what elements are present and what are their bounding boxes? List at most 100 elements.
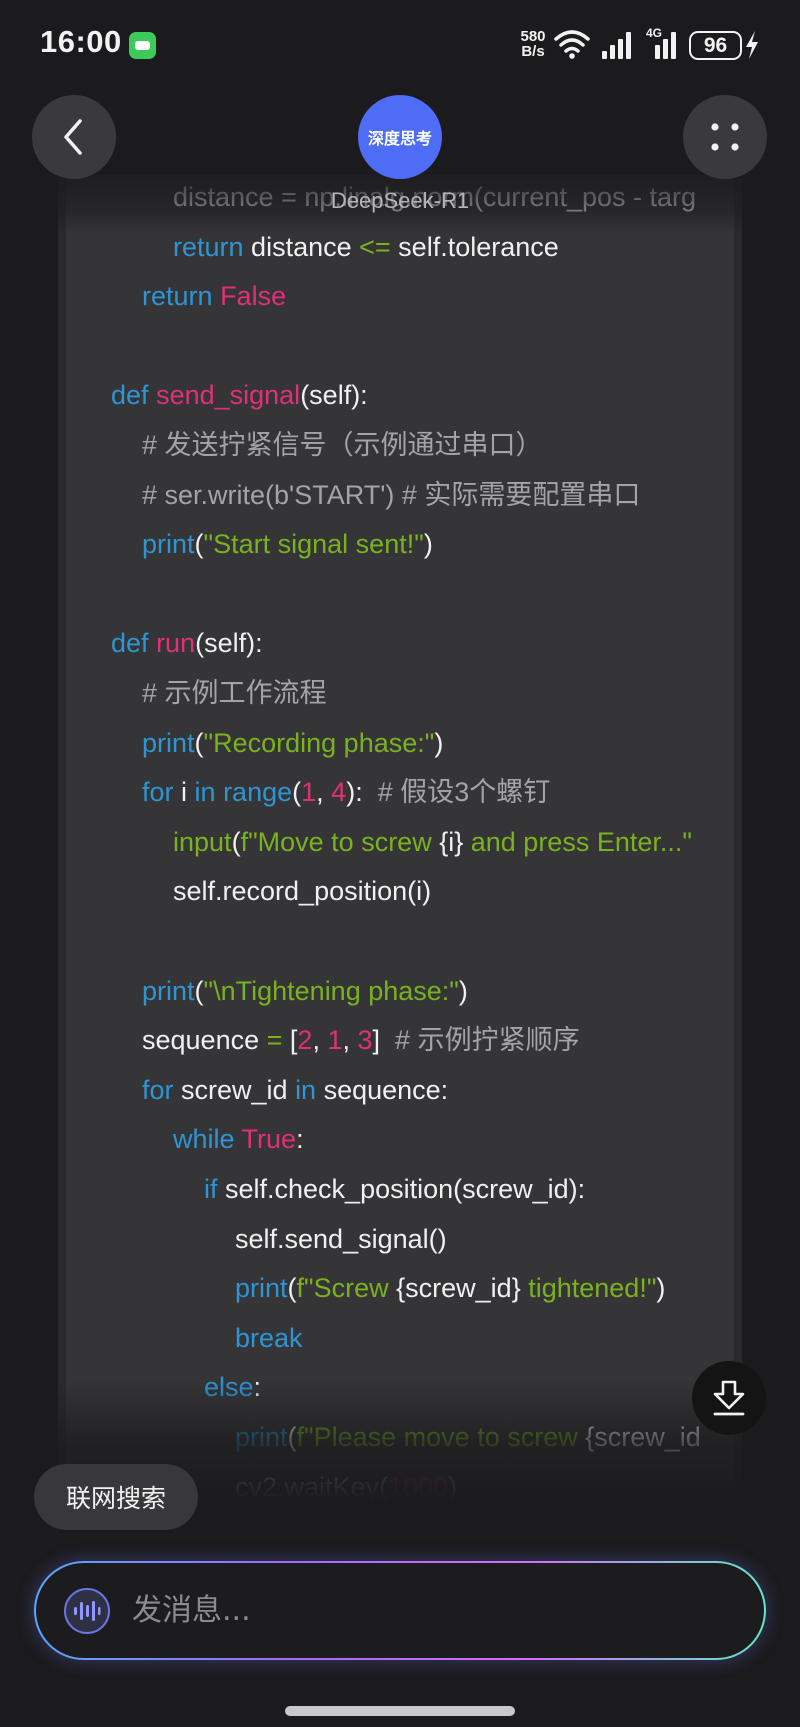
code-token: ,: [316, 777, 332, 808]
code-line: # 示例工作流程: [142, 673, 327, 713]
code-token: True: [241, 1124, 297, 1155]
code-token: ]: [372, 1025, 396, 1056]
status-bar: 16:00 580 B/s 4G 96: [0, 0, 800, 90]
code-token: for: [142, 1074, 174, 1105]
code-token: range: [223, 777, 293, 808]
code-line: break: [235, 1318, 303, 1358]
code-token: while: [173, 1124, 235, 1155]
code-line: def send_signal(self):: [111, 375, 368, 415]
code-token: (self):: [195, 628, 263, 659]
web-search-toggle[interactable]: 联网搜索: [34, 1464, 198, 1530]
signal-strength-4g-icon: [655, 32, 676, 59]
code-token: {screw_id: [585, 1422, 701, 1452]
arrow-down-to-line-icon: [713, 1380, 745, 1416]
code-token: 1: [327, 1025, 343, 1056]
more-options-button[interactable]: [683, 95, 767, 179]
code-token: print: [142, 727, 195, 758]
message-composer: 发消息...: [34, 1561, 766, 1660]
code-token: input: [173, 826, 232, 857]
code-token: (self):: [300, 380, 368, 411]
code-token: screw_id: [173, 1074, 296, 1105]
code-token: self.record_position(i): [173, 876, 432, 907]
code-line: print(f"Please move to screw {screw_id: [235, 1417, 701, 1457]
code-token: # 假设3个螺钉: [377, 777, 551, 808]
code-token: False: [220, 281, 287, 312]
code-token: :: [296, 1124, 304, 1155]
code-token: "Recording phase:": [203, 727, 435, 758]
voice-input-button[interactable]: [64, 1588, 110, 1634]
code-token: [: [282, 1025, 298, 1056]
code-token: print: [235, 1422, 288, 1452]
code-token: 4: [331, 777, 347, 808]
code-token: and press Enter...": [463, 826, 692, 857]
network-speed: 580 B/s: [515, 29, 551, 59]
code-token: 2: [297, 1025, 313, 1056]
code-line: return False: [142, 276, 286, 316]
code-token: ,: [312, 1025, 328, 1056]
code-token: ): [656, 1273, 666, 1304]
network-speed-value: 580: [520, 28, 546, 45]
code-line: while True:: [173, 1119, 304, 1159]
message-input[interactable]: 发消息...: [132, 1563, 692, 1658]
code-line: # 发送拧紧信号（示例通过串口）: [142, 425, 543, 465]
code-line: for screw_id in sequence:: [142, 1070, 448, 1110]
code-line: print("\nTightening phase:"): [142, 971, 468, 1011]
code-token: else: [204, 1372, 254, 1403]
code-token: =: [266, 1025, 283, 1056]
code-token: "Start signal sent!": [203, 529, 424, 560]
code-token: f"Please move to screw: [296, 1422, 586, 1452]
code-token: ): [458, 975, 468, 1006]
code-token: print: [142, 529, 195, 560]
grid-dots-icon: [711, 123, 739, 151]
scroll-to-bottom-button[interactable]: [692, 1361, 766, 1435]
code-line: print(f"Screw {screw_id} tightened!"): [235, 1268, 665, 1308]
code-token: sequence: [142, 1025, 267, 1056]
code-token: if: [204, 1174, 218, 1204]
code-token: self.send_signal(): [235, 1223, 447, 1254]
code-token: ): [448, 1471, 458, 1502]
code-line: input(f"Move to screw {i} and press Ente…: [173, 822, 692, 862]
home-indicator[interactable]: [285, 1706, 515, 1716]
code-token: {screw_id}: [396, 1273, 521, 1304]
code-token: self.check_position(screw_id):: [217, 1174, 586, 1204]
code-token: self.tolerance: [390, 231, 559, 262]
code-token: distance: [243, 231, 360, 262]
code-token: ): [434, 727, 444, 758]
code-token: f"Screw: [296, 1273, 397, 1304]
code-token: :: [253, 1372, 262, 1403]
code-line: print("Recording phase:"): [142, 723, 443, 763]
code-block[interactable]: distance = np.linalg.norm(current_pos - …: [58, 175, 742, 1545]
code-token: return: [173, 231, 244, 262]
back-button[interactable]: [32, 95, 116, 179]
code-token: ,: [342, 1025, 358, 1056]
code-token: f"Move to screw: [240, 826, 440, 857]
code-token: def: [111, 380, 149, 411]
code-token: (: [194, 529, 204, 560]
code-token: in: [194, 777, 216, 808]
charging-bolt-icon: [746, 31, 758, 59]
code-token: print: [235, 1273, 288, 1304]
code-token: {i}: [439, 826, 464, 857]
code-token: <=: [359, 231, 391, 262]
code-token: 1000: [388, 1471, 449, 1502]
code-line: print("Start signal sent!"): [142, 524, 433, 564]
code-token: cv2.waitKey(: [235, 1471, 389, 1502]
code-token: (: [194, 727, 204, 758]
code-token: (: [292, 777, 302, 808]
code-token: def: [111, 628, 149, 659]
wifi-icon: [554, 30, 590, 59]
code-token: ):: [346, 777, 378, 808]
network-speed-unit: B/s: [521, 43, 545, 60]
code-token: 3: [357, 1025, 373, 1056]
code-token: "\nTightening phase:": [203, 975, 459, 1006]
code-line: if self.check_position(screw_id):: [204, 1169, 585, 1209]
code-token: tightened!": [520, 1273, 657, 1304]
code-line: # ser.write(b'START') # 实际需要配置串口: [142, 475, 640, 515]
code-token: # 发送拧紧信号（示例通过串口）: [142, 430, 543, 460]
code-token: break: [235, 1322, 303, 1353]
code-token: # ser.write(b'START') # 实际需要配置串口: [142, 479, 641, 510]
code-token: (: [287, 1273, 297, 1304]
code-token: ): [423, 529, 433, 560]
